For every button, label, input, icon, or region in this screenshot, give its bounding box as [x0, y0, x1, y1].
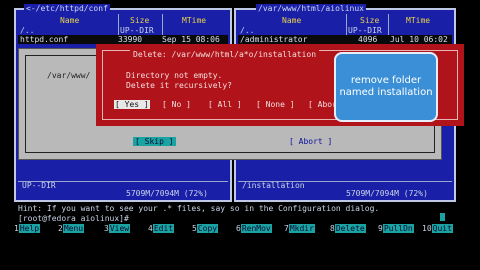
- left-col-mtime[interactable]: MTime: [182, 16, 206, 25]
- table-row-selected[interactable]: /administrator 4096 Jul 10 06:02: [238, 35, 452, 44]
- right-col-name[interactable]: Name: [282, 16, 301, 25]
- fkey-renmov[interactable]: 6RenMov: [236, 224, 272, 234]
- right-panel-free-space: 5709M/7094M (72%): [346, 189, 428, 198]
- annotation-callout: remove folder named installation: [334, 52, 438, 122]
- none-button[interactable]: [ None ]: [256, 100, 295, 109]
- fkey-edit[interactable]: 4Edit: [148, 224, 175, 234]
- delete-dialog-message-1: Directory not empty.: [126, 71, 223, 80]
- yes-button[interactable]: [ Yes ]: [114, 100, 150, 109]
- table-row-selected[interactable]: httpd.conf 33990 Sep 15 08:06: [18, 35, 228, 44]
- fkey-menu[interactable]: 2Menu: [58, 224, 85, 234]
- left-panel-free-space: 5709M/7094M (72%): [126, 189, 208, 198]
- annotation-text: remove folder named installation: [339, 75, 433, 98]
- delete-dialog-message-2: Delete it recursively?: [126, 81, 232, 90]
- left-panel-path: <-/etc/httpd/conf: [24, 4, 110, 13]
- no-button[interactable]: [ No ]: [162, 100, 191, 109]
- left-col-name[interactable]: Name: [60, 16, 79, 25]
- left-col-size[interactable]: Size: [130, 16, 149, 25]
- fkey-mkdir[interactable]: 7Mkdir: [284, 224, 315, 234]
- function-key-bar: 1Help 2Menu 3View 4Edit 5Copy 6RenMov 7M…: [14, 224, 453, 234]
- shell-prompt[interactable]: [root@fedora aiolinux]#: [18, 214, 129, 223]
- fkey-quit[interactable]: 10Quit: [422, 224, 453, 234]
- fkey-copy[interactable]: 5Copy: [192, 224, 219, 234]
- right-col-mtime[interactable]: MTime: [406, 16, 430, 25]
- fkey-delete[interactable]: 8Delete: [330, 224, 366, 234]
- skip-button[interactable]: [ Skip ]: [133, 137, 176, 146]
- hint-line: Hint: If you want to see your .* files, …: [18, 204, 380, 213]
- fkey-view[interactable]: 3View: [104, 224, 131, 234]
- cursor-indicator: [440, 213, 445, 221]
- fkey-pulldn[interactable]: 9PullDn: [378, 224, 414, 234]
- progress-dialog-path: /var/www/: [47, 71, 91, 80]
- abort-button[interactable]: [ Abort ]: [289, 137, 332, 146]
- all-button[interactable]: [ All ]: [208, 100, 242, 109]
- fkey-help[interactable]: 1Help: [14, 224, 41, 234]
- left-panel-status: UP--DIR: [22, 181, 56, 190]
- right-col-size[interactable]: Size: [360, 16, 379, 25]
- right-panel-path: /var/www/html/aiolinux: [256, 4, 366, 13]
- delete-dialog-title: Delete: /var/www/html/a*o/installation: [130, 50, 320, 59]
- right-panel-status: /installation: [242, 181, 305, 190]
